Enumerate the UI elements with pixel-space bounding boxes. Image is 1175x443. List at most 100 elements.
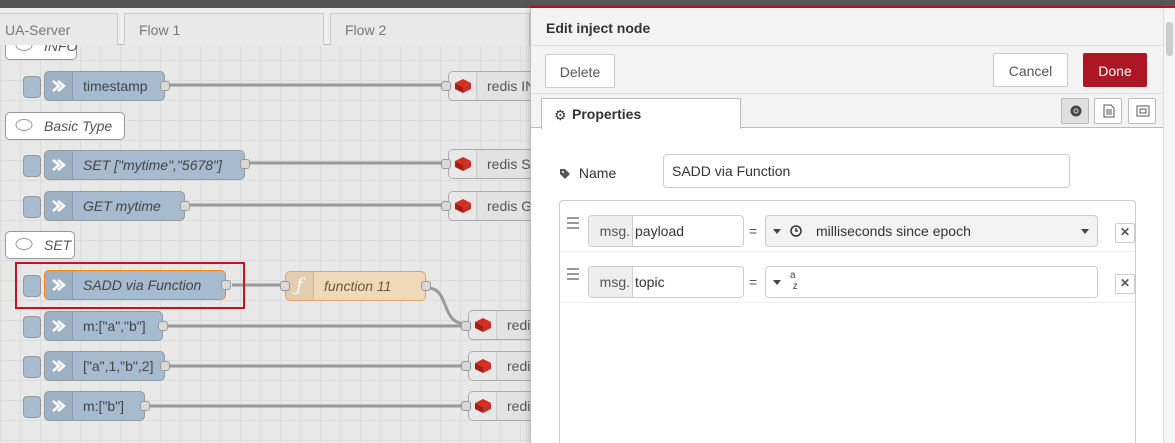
gear-icon — [1070, 105, 1082, 117]
cancel-button[interactable]: Cancel — [993, 53, 1068, 87]
arrow-in-icon — [45, 312, 73, 340]
inject-node-m-a-b[interactable]: m:["a","b"] — [23, 311, 163, 341]
inject-button[interactable] — [23, 196, 41, 218]
comment-basic-type[interactable]: Basic Type — [5, 112, 125, 140]
drag-handle-icon[interactable] — [567, 268, 579, 283]
scroll-thumb[interactable] — [1166, 22, 1173, 56]
msg-prefix: msg. — [589, 267, 633, 297]
property-value-select[interactable]: milliseconds since epoch — [765, 215, 1098, 247]
tab-properties[interactable]: ⚙ Properties — [541, 98, 741, 129]
node-label: redis — [507, 358, 530, 374]
tray-tabs: ⚙ Properties — [531, 94, 1163, 129]
redis-icon — [449, 192, 477, 220]
inject-button[interactable] — [23, 356, 41, 378]
tab-flow-2[interactable]: Flow 2 — [330, 13, 530, 45]
appearance-icon-button[interactable] — [1128, 98, 1156, 124]
function-node[interactable]: ƒ function 11 — [285, 271, 426, 301]
flow-wires — [150, 83, 467, 408]
inject-node-m-b[interactable]: m:["b"] — [23, 391, 145, 421]
name-label: Name — [559, 163, 616, 183]
comment-info[interactable]: INFO — [5, 45, 77, 60]
property-value-input[interactable]: a z — [765, 266, 1098, 298]
equals-sign: = — [749, 274, 758, 290]
input-port[interactable] — [461, 361, 471, 371]
property-key: topic — [635, 274, 665, 290]
property-value: milliseconds since epoch — [816, 223, 971, 239]
flow-workspace[interactable]: INFO timestamp Basic Type SET ["mytime",… — [0, 45, 530, 443]
comment-set[interactable]: SET — [5, 231, 75, 259]
output-port[interactable] — [240, 159, 250, 169]
input-port[interactable] — [441, 159, 451, 169]
redis-node-info[interactable]: redis IN — [448, 71, 530, 101]
node-label: function 11 — [324, 278, 392, 294]
arrow-in-icon — [45, 392, 73, 420]
redis-node-2[interactable]: redis — [468, 351, 530, 381]
redis-node-1[interactable]: redis — [468, 310, 530, 340]
node-appearance-icon — [1136, 105, 1150, 117]
input-port[interactable] — [441, 201, 451, 211]
inject-node-set-mytime[interactable]: SET ["mytime","5678"] — [23, 150, 245, 180]
selection-highlight — [15, 262, 245, 309]
tab-label: Properties — [572, 106, 642, 122]
inject-node-timestamp[interactable]: timestamp — [23, 71, 165, 101]
node-label: redis — [507, 317, 530, 333]
output-port[interactable] — [180, 201, 190, 211]
done-button[interactable]: Done — [1083, 53, 1147, 87]
output-port[interactable] — [160, 361, 170, 371]
redis-node-set[interactable]: redis SE — [448, 149, 530, 179]
property-list: msg. payload = milliseconds since epoch … — [559, 200, 1136, 443]
remove-property-button[interactable]: ✕ — [1115, 223, 1135, 243]
arrow-in-icon — [45, 192, 73, 220]
output-port[interactable] — [421, 281, 431, 291]
type-caret-icon[interactable] — [773, 280, 781, 285]
inject-button[interactable] — [23, 155, 41, 177]
equals-sign: = — [749, 223, 758, 239]
tab-flow-1[interactable]: Flow 1 — [124, 13, 324, 45]
inject-button[interactable] — [23, 316, 41, 338]
settings-icon-button[interactable] — [1061, 98, 1089, 124]
inject-node-get-mytime[interactable]: GET mytime — [23, 191, 185, 221]
comment-icon — [14, 237, 34, 256]
input-port[interactable] — [441, 81, 451, 91]
output-port[interactable] — [160, 81, 170, 91]
remove-property-button[interactable]: ✕ — [1115, 274, 1135, 294]
redis-node-3[interactable]: redis — [468, 391, 530, 421]
property-key-input[interactable]: msg. payload — [588, 215, 744, 247]
vertical-scrollbar[interactable] — [1163, 8, 1175, 443]
delete-button[interactable]: Delete — [545, 54, 615, 88]
redis-icon — [449, 72, 477, 100]
redis-icon — [469, 311, 497, 339]
description-icon-button[interactable] — [1094, 98, 1122, 124]
property-row: msg. payload = milliseconds since epoch … — [560, 201, 1135, 252]
tab-ua-server[interactable]: UA-Server — [0, 13, 118, 45]
redis-node-get[interactable]: redis GE — [448, 191, 530, 221]
arrow-in-icon — [45, 72, 73, 100]
tray-header: Edit inject node — [531, 8, 1163, 46]
node-label: redis IN — [487, 78, 530, 94]
output-port[interactable] — [140, 401, 150, 411]
property-row: msg. topic = a z ✕ — [560, 252, 1135, 303]
node-label: m:["a","b"] — [83, 318, 146, 334]
inject-button[interactable] — [23, 396, 41, 418]
output-port[interactable] — [158, 321, 168, 331]
clock-icon — [790, 225, 802, 237]
inject-node-a1b2[interactable]: ["a",1,"b",2] — [23, 351, 165, 381]
node-label: ["a",1,"b",2] — [83, 358, 154, 374]
comment-icon — [14, 118, 34, 137]
node-label: redis — [507, 398, 530, 414]
property-key-input[interactable]: msg. topic — [588, 266, 744, 298]
input-port[interactable] — [280, 281, 290, 291]
tray-toolbar: Delete Cancel Done — [531, 46, 1163, 94]
input-port[interactable] — [461, 401, 471, 411]
comment-label: SET — [44, 237, 72, 253]
comment-label: INFO — [44, 45, 78, 54]
redis-icon — [469, 392, 497, 420]
type-caret-icon[interactable] — [773, 229, 781, 234]
node-label: timestamp — [83, 78, 148, 94]
name-input[interactable] — [663, 154, 1070, 188]
drag-handle-icon[interactable] — [567, 217, 579, 232]
inject-button[interactable] — [23, 76, 41, 98]
input-port[interactable] — [461, 321, 471, 331]
string-az-icon: a z — [790, 270, 798, 292]
edit-tray: Edit inject node Delete Cancel Done ⚙ Pr… — [530, 8, 1163, 443]
